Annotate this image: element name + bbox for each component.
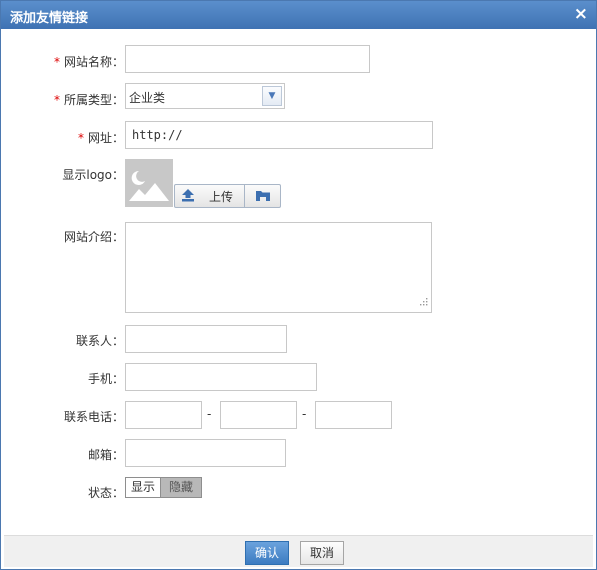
close-icon[interactable]: × xyxy=(574,4,588,24)
site-name-label: * 网站名称： xyxy=(53,55,124,69)
mobile-input[interactable] xyxy=(125,363,317,391)
chevron-down-icon[interactable]: ▼ xyxy=(262,86,282,106)
dialog-footer: 确认 取消 xyxy=(4,535,593,567)
logo-upload-buttons: 上传 xyxy=(174,184,281,208)
status-label: 状态： xyxy=(87,486,124,500)
contact-label: 联系人： xyxy=(75,334,124,348)
url-label: * 网址： xyxy=(77,131,124,145)
intro-label: 网站介绍： xyxy=(63,230,124,244)
phone-separator: - xyxy=(302,407,307,421)
intro-textarea[interactable] xyxy=(125,222,432,313)
logo-label: 显示logo： xyxy=(62,168,124,182)
status-toggle[interactable]: 显示 隐藏 xyxy=(125,477,202,498)
category-selected-value: 企业类 xyxy=(129,91,166,105)
phone-ext-input[interactable] xyxy=(315,401,392,429)
upload-icon xyxy=(181,188,195,205)
phone-separator: - xyxy=(207,407,212,421)
add-friend-link-dialog: 添加友情链接 × * 网站名称： * 所属类型： 企业类 ▼ * 网址： http:/… xyxy=(0,0,597,570)
upload-button[interactable]: 上传 xyxy=(175,185,245,207)
required-mark: * xyxy=(77,131,84,145)
required-mark: * xyxy=(53,93,60,107)
category-label: * 所属类型： xyxy=(53,93,124,107)
folder-icon xyxy=(255,188,271,205)
resize-grip-icon[interactable] xyxy=(419,295,428,309)
confirm-button[interactable]: 确认 xyxy=(245,541,289,565)
image-placeholder-icon xyxy=(125,159,173,207)
mobile-label: 手机： xyxy=(87,372,124,386)
contact-input[interactable] xyxy=(125,325,287,353)
dialog-titlebar: 添加友情链接 × xyxy=(1,1,596,29)
status-hide-option[interactable]: 隐藏 xyxy=(161,478,201,497)
category-select[interactable]: 企业类 ▼ xyxy=(125,83,285,109)
required-mark: * xyxy=(53,55,60,69)
pick-image-button[interactable] xyxy=(245,185,280,207)
url-input[interactable]: http:// xyxy=(125,121,433,149)
upload-label: 上传 xyxy=(209,189,234,204)
phone-area-input[interactable] xyxy=(125,401,202,429)
email-input[interactable] xyxy=(125,439,286,467)
dialog-body: * 网站名称： * 所属类型： 企业类 ▼ * 网址： http:// 显示logo： xyxy=(4,29,593,535)
email-label: 邮箱： xyxy=(87,448,124,462)
status-show-option[interactable]: 显示 xyxy=(126,478,161,497)
dialog-title: 添加友情链接 xyxy=(10,11,89,26)
phone-number-input[interactable] xyxy=(220,401,297,429)
phone-label: 联系电话： xyxy=(63,410,124,424)
site-name-input[interactable] xyxy=(125,45,370,73)
cancel-button[interactable]: 取消 xyxy=(300,541,344,565)
